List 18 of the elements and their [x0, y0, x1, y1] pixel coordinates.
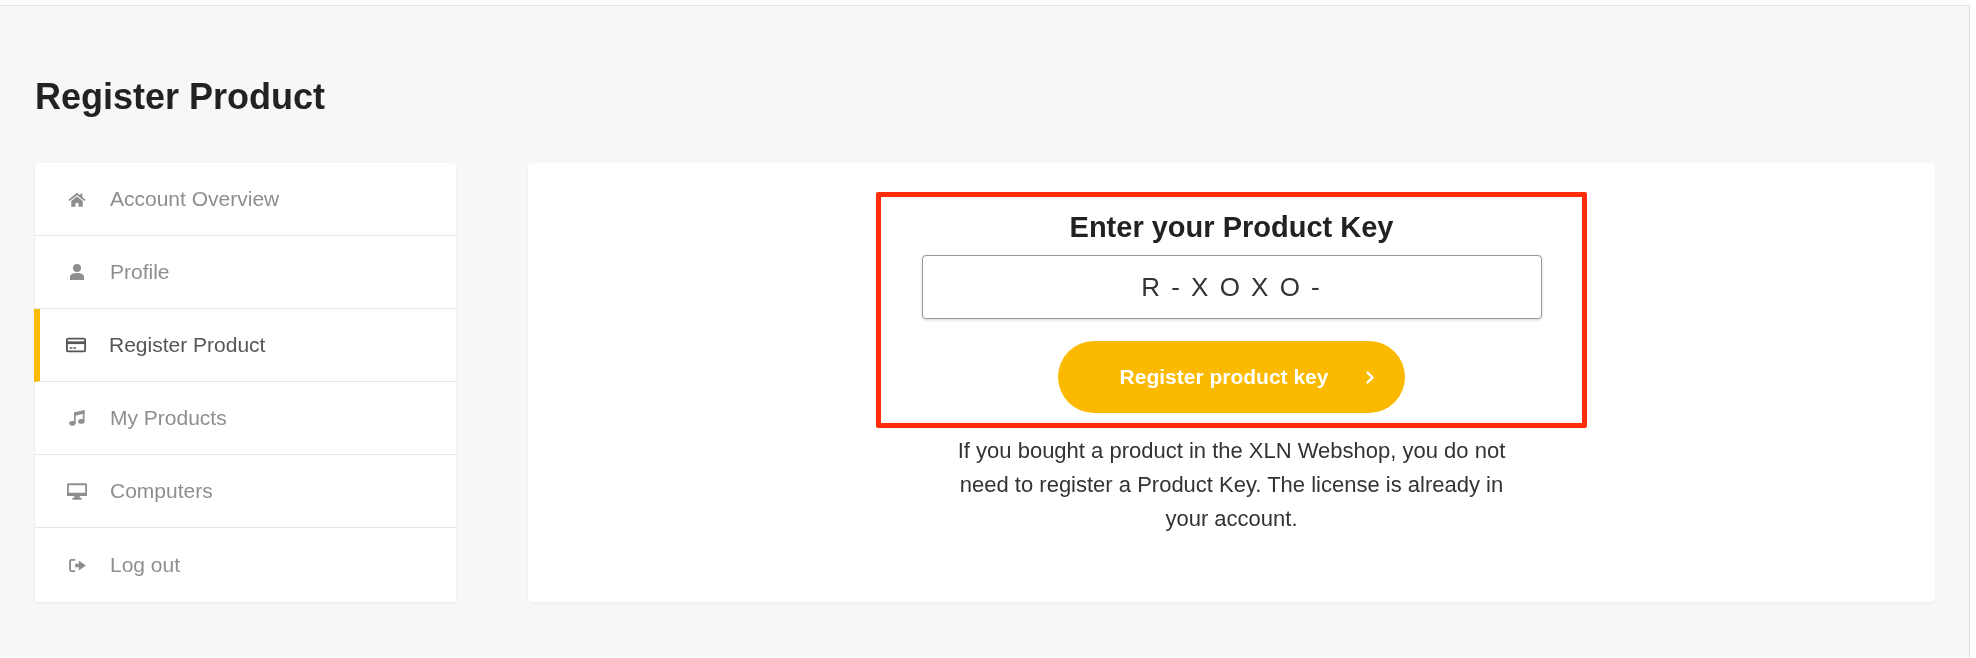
info-text: If you bought a product in the XLN Webshop, you do not need to register a Product Key. The license is already in your account. — [956, 437, 1507, 533]
monitor-icon — [67, 482, 87, 500]
sidebar-item[interactable]: Log out — [35, 528, 456, 602]
sign-out-icon — [68, 558, 86, 572]
home-icon — [68, 191, 86, 207]
chevron-right-icon — [1366, 370, 1376, 384]
music-note-icon — [69, 410, 85, 426]
sidebar-item[interactable]: Account Overview — [35, 163, 456, 236]
credit-card-icon — [66, 337, 86, 353]
sidebar-item[interactable]: My Products — [35, 382, 456, 455]
sidebar-item[interactable]: Register Product — [34, 309, 456, 382]
page-title: Register Product — [35, 75, 326, 119]
user-icon — [70, 264, 84, 280]
register-button[interactable]: Register product key — [1057, 341, 1406, 413]
form-heading: Enter your Product Key — [1069, 210, 1394, 244]
product-key-field[interactable]: R - X O X O - — [921, 255, 1542, 319]
sidebar-item[interactable]: Computers — [35, 455, 456, 528]
sidebar-item[interactable]: Profile — [35, 236, 456, 309]
